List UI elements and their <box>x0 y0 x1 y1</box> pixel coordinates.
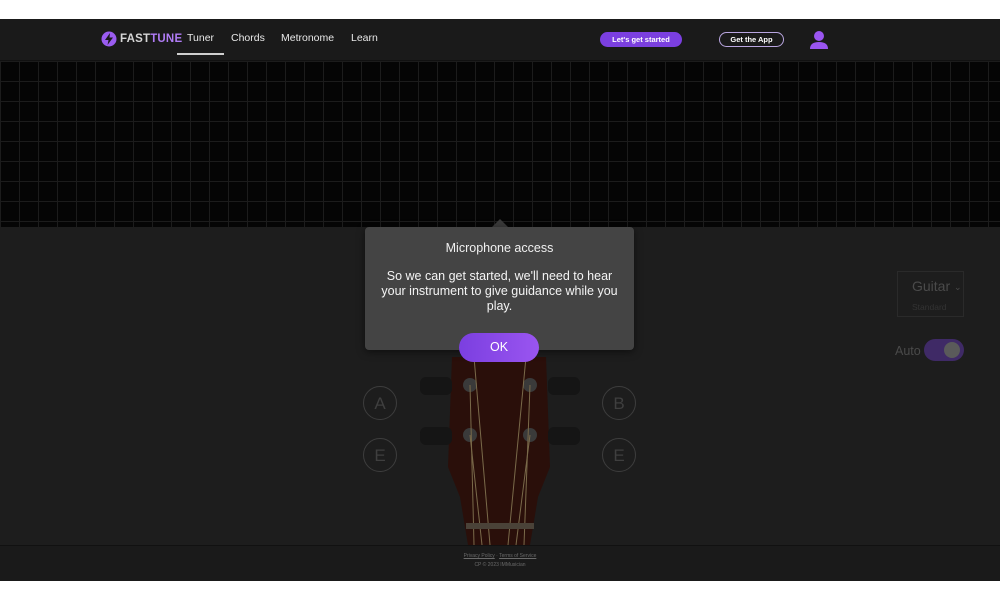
string-low-e-button[interactable]: E <box>363 438 397 472</box>
string-a-button[interactable]: A <box>363 386 397 420</box>
tuner-app: FASTTUNE Tuner Chords Metronome Learn Le… <box>0 19 1000 581</box>
nav-metronome[interactable]: Metronome <box>281 32 334 44</box>
dialog-title: Microphone access <box>445 241 554 255</box>
logo-text: FASTTUNE <box>120 33 183 45</box>
nav-tuner[interactable]: Tuner <box>176 32 225 55</box>
copyright: CP © 2023 IMMusician <box>474 562 526 568</box>
get-the-app-button[interactable]: Get the App <box>719 32 784 47</box>
lets-get-started-button[interactable]: Let's get started <box>600 32 682 47</box>
terms-of-service-link[interactable]: Terms of Service <box>499 553 536 559</box>
chevron-down-icon: ⌄ <box>954 282 962 292</box>
string-b-button[interactable]: B <box>602 386 636 420</box>
instrument-name: Guitar <box>912 278 951 294</box>
privacy-policy-link[interactable]: Privacy Policy <box>464 553 495 559</box>
dialog-message: So we can get started, we'll need to hea… <box>381 269 618 313</box>
nav-chords[interactable]: Chords <box>231 32 265 44</box>
top-nav-bar: FASTTUNE Tuner Chords Metronome Learn Le… <box>0 19 1000 61</box>
instrument-selector[interactable]: Guitar ⌄ Standard <box>897 271 964 317</box>
microphone-access-dialog: Microphone access So we can get started,… <box>365 227 634 362</box>
footer: Privacy Policy · Terms of Service CP © 2… <box>0 545 1000 581</box>
toggle-knob <box>944 342 960 358</box>
nav-learn[interactable]: Learn <box>351 32 378 44</box>
auto-label: Auto <box>895 344 921 358</box>
tuning-name: Standard <box>912 302 947 312</box>
string-high-e-button[interactable]: E <box>602 438 636 472</box>
lightning-logo-icon <box>101 31 117 47</box>
pitch-pointer-icon <box>492 219 508 227</box>
logo[interactable]: FASTTUNE <box>101 29 182 49</box>
auto-toggle[interactable] <box>924 339 964 361</box>
footer-separator: · <box>496 553 498 559</box>
pitch-grid <box>0 61 1000 227</box>
footer-links: Privacy Policy · Terms of Service <box>0 553 1000 559</box>
ok-button[interactable]: OK <box>459 333 539 362</box>
user-icon[interactable] <box>809 30 829 50</box>
